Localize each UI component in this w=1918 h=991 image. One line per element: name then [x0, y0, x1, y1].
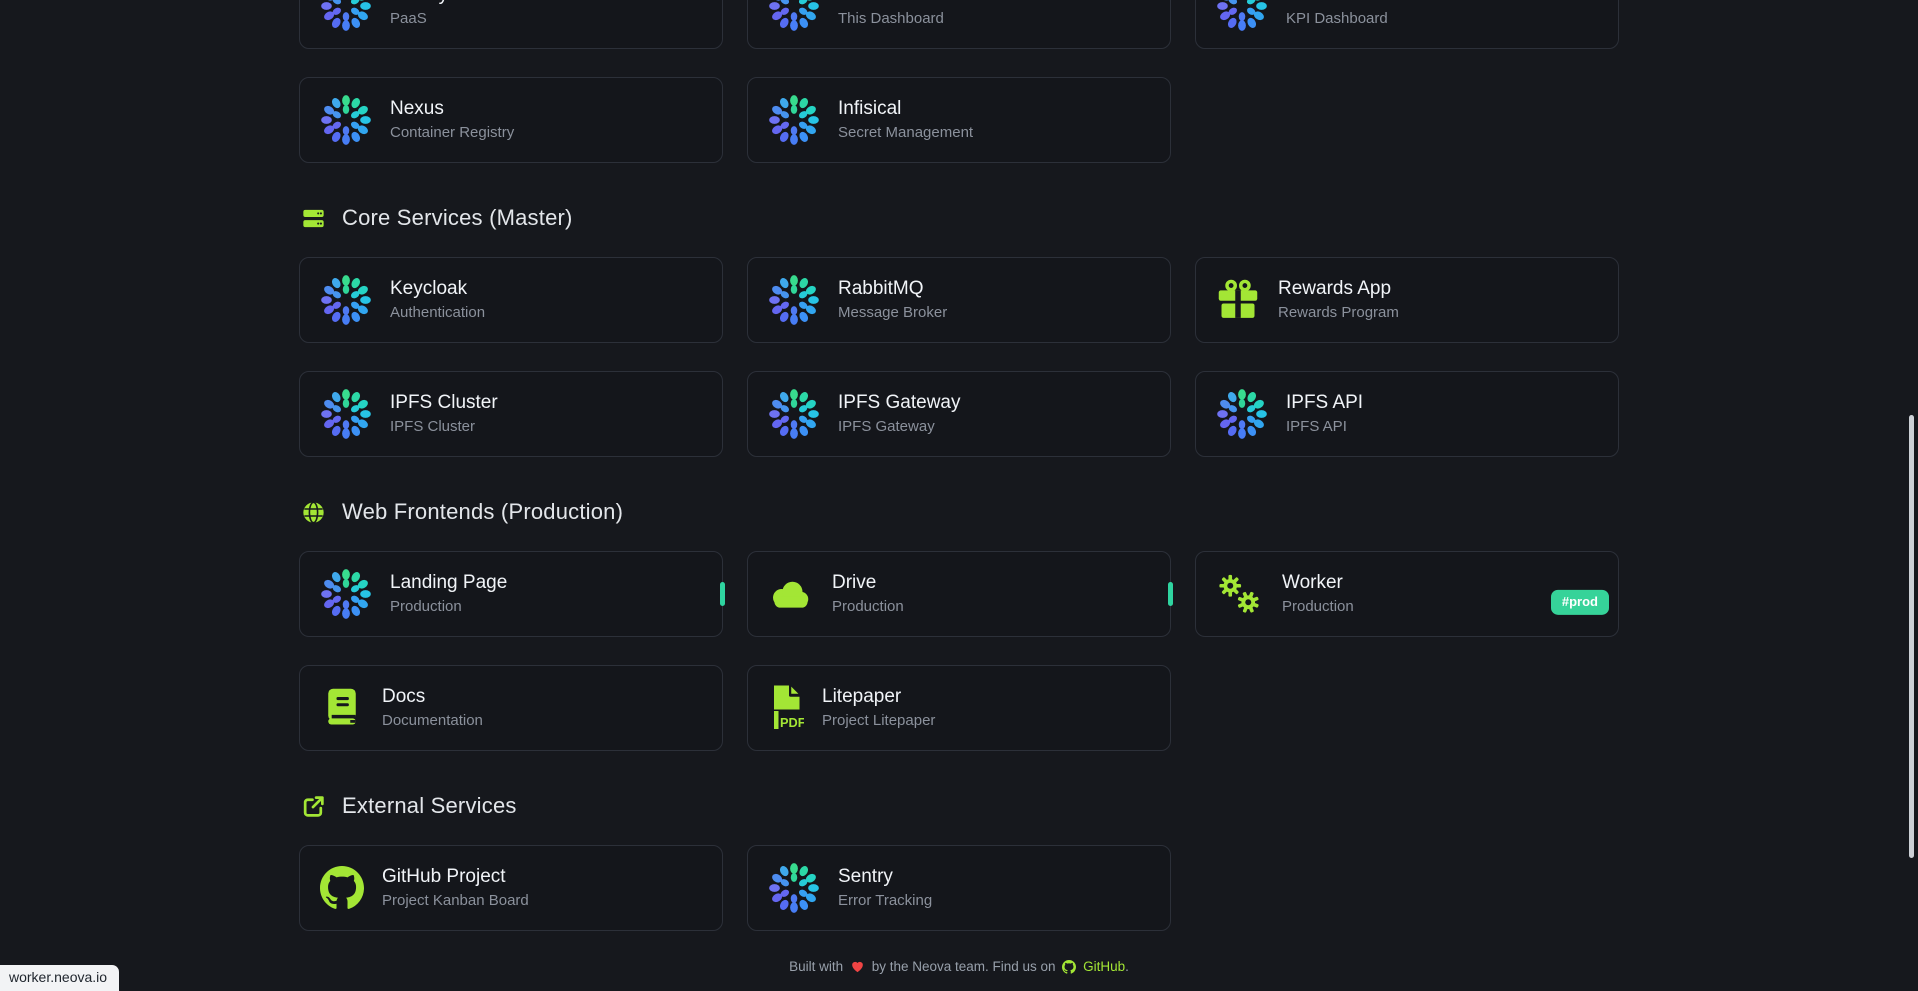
service-title: Drive: [832, 572, 904, 594]
external-link-icon: [301, 794, 326, 819]
service-card-nexus[interactable]: Nexus Container Registry: [299, 77, 723, 163]
github-icon: [1062, 960, 1076, 974]
cloud-icon: [768, 576, 814, 612]
neova-logo-icon: [320, 0, 372, 32]
service-subtitle: Message Broker: [838, 304, 947, 321]
service-subtitle: Project Kanban Board: [382, 892, 529, 909]
prod-badge: #prod: [1551, 590, 1609, 614]
scrollbar-thumb[interactable]: [1909, 415, 1914, 858]
service-subtitle: IPFS Cluster: [390, 418, 498, 435]
service-subtitle: IPFS Gateway: [838, 418, 961, 435]
online-status-indicator: [720, 582, 725, 606]
service-title: RabbitMQ: [838, 278, 947, 300]
service-title: Rewards App: [1278, 278, 1399, 300]
service-title: Litepaper: [822, 686, 935, 708]
section-title: Web Frontends (Production): [342, 499, 623, 525]
service-card-landing-page[interactable]: Landing Page Production: [299, 551, 723, 637]
service-card-rewards-app[interactable]: Rewards App Rewards Program: [1195, 257, 1619, 343]
service-card-infisical[interactable]: Infisical Secret Management: [747, 77, 1171, 163]
service-title: Metabase: [1286, 0, 1388, 6]
service-title: GitHub Project: [382, 866, 529, 888]
browser-status-link: worker.neova.io: [0, 965, 119, 991]
heart-icon: [850, 959, 865, 974]
service-grid-web: Landing Page Production Drive Production…: [299, 551, 1619, 751]
footer-text-prefix: Built with: [789, 959, 843, 974]
globe-icon: [301, 500, 326, 525]
neova-logo-icon: [320, 388, 372, 440]
service-subtitle: Project Litepaper: [822, 712, 935, 729]
service-title: IPFS Gateway: [838, 392, 961, 414]
service-subtitle: Production: [832, 598, 904, 615]
service-card-homer[interactable]: Homer This Dashboard: [747, 0, 1171, 49]
service-title: Worker: [1282, 572, 1354, 594]
book-icon: [320, 686, 364, 730]
service-card-ipfs-api[interactable]: IPFS API IPFS API: [1195, 371, 1619, 457]
section-title: Core Services (Master): [342, 205, 573, 231]
footer-github-link[interactable]: GitHub: [1083, 959, 1125, 974]
service-title: Sentry: [838, 866, 932, 888]
gift-icon: [1216, 278, 1260, 322]
footer-text-middle: by the Neova team. Find us on: [872, 959, 1056, 974]
service-card-ipfs-gateway[interactable]: IPFS Gateway IPFS Gateway: [747, 371, 1171, 457]
section-header-external-services: External Services: [301, 793, 1619, 819]
footer-text-suffix: .: [1125, 959, 1129, 974]
github-icon: [320, 866, 364, 910]
neova-logo-icon: [320, 274, 372, 326]
service-title: Keycloak: [390, 278, 485, 300]
service-card-drive[interactable]: Drive Production: [747, 551, 1171, 637]
service-card-sentry[interactable]: Sentry Error Tracking: [747, 845, 1171, 931]
service-subtitle: KPI Dashboard: [1286, 10, 1388, 27]
service-subtitle: Authentication: [390, 304, 485, 321]
server-icon: [301, 206, 326, 231]
dashboard-content: Coolify PaaS Homer This Dashboard Metaba…: [299, 0, 1619, 974]
service-subtitle: Error Tracking: [838, 892, 932, 909]
service-title: Infisical: [838, 98, 973, 120]
service-card-keycloak[interactable]: Keycloak Authentication: [299, 257, 723, 343]
service-card-litepaper[interactable]: Litepaper Project Litepaper: [747, 665, 1171, 751]
service-card-ipfs-cluster[interactable]: IPFS Cluster IPFS Cluster: [299, 371, 723, 457]
neova-logo-icon: [1216, 388, 1268, 440]
service-grid-core: Keycloak Authentication RabbitMQ Message…: [299, 257, 1619, 457]
service-subtitle: Rewards Program: [1278, 304, 1399, 321]
service-title: IPFS API: [1286, 392, 1363, 414]
footer: Built with by the Neova team. Find us on…: [299, 959, 1619, 974]
service-subtitle: IPFS API: [1286, 418, 1363, 435]
service-title: Coolify: [390, 0, 448, 6]
neova-logo-icon: [768, 388, 820, 440]
section-title: External Services: [342, 793, 517, 819]
file-pdf-icon: [768, 684, 804, 732]
service-card-docs[interactable]: Docs Documentation: [299, 665, 723, 751]
service-card-coolify[interactable]: Coolify PaaS: [299, 0, 723, 49]
neova-logo-icon: [768, 0, 820, 32]
service-card-rabbitmq[interactable]: RabbitMQ Message Broker: [747, 257, 1171, 343]
service-card-github-project[interactable]: GitHub Project Project Kanban Board: [299, 845, 723, 931]
service-title: Homer: [838, 0, 944, 6]
service-subtitle: Documentation: [382, 712, 483, 729]
neova-logo-icon: [320, 94, 372, 146]
service-title: Docs: [382, 686, 483, 708]
service-grid-external: GitHub Project Project Kanban Board Sent…: [299, 845, 1619, 931]
neova-logo-icon: [768, 274, 820, 326]
service-card-worker[interactable]: Worker Production #prod: [1195, 551, 1619, 637]
service-subtitle: Production: [390, 598, 507, 615]
service-subtitle: Secret Management: [838, 124, 973, 141]
neova-logo-icon: [768, 94, 820, 146]
section-header-web-frontends: Web Frontends (Production): [301, 499, 1619, 525]
service-title: Landing Page: [390, 572, 507, 594]
service-subtitle: This Dashboard: [838, 10, 944, 27]
neova-logo-icon: [768, 862, 820, 914]
gears-icon: [1216, 570, 1264, 618]
neova-logo-icon: [320, 568, 372, 620]
service-subtitle: Production: [1282, 598, 1354, 615]
service-title: IPFS Cluster: [390, 392, 498, 414]
service-card-metabase[interactable]: Metabase KPI Dashboard: [1195, 0, 1619, 49]
service-subtitle: PaaS: [390, 10, 448, 27]
neova-logo-icon: [1216, 0, 1268, 32]
service-grid-top: Coolify PaaS Homer This Dashboard Metaba…: [299, 0, 1619, 163]
section-header-core-services: Core Services (Master): [301, 205, 1619, 231]
service-subtitle: Container Registry: [390, 124, 514, 141]
online-status-indicator: [1168, 582, 1173, 606]
service-title: Nexus: [390, 98, 514, 120]
